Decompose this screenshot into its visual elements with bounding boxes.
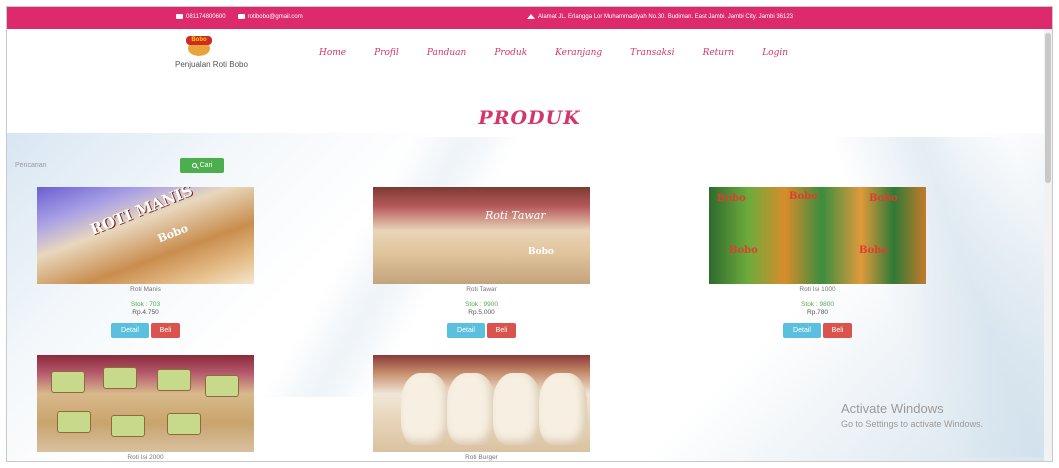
phone-icon — [176, 14, 183, 19]
product-name: Roti Manis — [130, 286, 161, 293]
bobo-logo[interactable]: Bobo — [186, 35, 212, 57]
contact-info: 081174800600 rotibobo@gmail.com — [176, 14, 303, 20]
activate-windows-watermark: Activate Windows Go to Settings to activ… — [841, 401, 983, 429]
envelope-icon — [237, 14, 245, 19]
main-navbar: Bobo Penjualan Roti Bobo Home Profil Pan… — [7, 29, 1052, 81]
product-image-label: Bobo — [789, 191, 818, 202]
product-stock: Stok : 9800 — [801, 301, 834, 308]
nav-panduan[interactable]: Panduan — [427, 48, 467, 58]
nav-keranjang[interactable]: Keranjang — [555, 48, 602, 58]
product-image-brand: Bobo — [528, 247, 554, 257]
buy-button[interactable]: Beli — [487, 323, 516, 338]
product-actions: Detail Beli — [373, 323, 590, 338]
product-stock: Stok : 9900 — [465, 301, 498, 308]
product-image-label: Bobo — [859, 245, 888, 256]
address-text: Alamat JL. Erlangga Lor Muhammadiyah No.… — [538, 14, 794, 21]
nav-produk[interactable]: Produk — [494, 48, 527, 58]
product-image-detail — [103, 367, 137, 389]
buy-button[interactable]: Beli — [151, 323, 180, 338]
product-price: Rp.5.000 — [468, 309, 495, 316]
email-contact: rotibobo@gmail.com — [237, 14, 303, 21]
search-form: Cari — [15, 158, 224, 173]
email-address: rotibobo@gmail.com — [247, 14, 303, 21]
product-actions: Detail Beli — [37, 323, 254, 338]
product-image-detail — [111, 415, 145, 437]
product-price: Rp.780 — [807, 309, 828, 316]
brand-name: Penjualan Roti Bobo — [175, 60, 248, 69]
detail-button[interactable]: Detail — [447, 323, 485, 338]
nav-transaksi[interactable]: Transaksi — [630, 48, 674, 58]
product-stock: Stok : 703 — [130, 301, 161, 308]
browser-viewport: 081174800600 rotibobo@gmail.com Alamat J… — [6, 6, 1053, 462]
product-name: Roti Isi 1000 — [799, 286, 836, 293]
product-card: ROTI MANIS Bobo Roti Manis Stok : 703 Rp… — [37, 187, 254, 338]
scrollbar-thumb[interactable] — [1045, 33, 1051, 183]
product-image-label: Bobo — [729, 245, 758, 256]
product-image-label: Bobo — [869, 193, 898, 204]
buy-button[interactable]: Beli — [823, 323, 852, 338]
product-name: Roti Tawar — [466, 286, 497, 293]
product-image[interactable]: Roti Tawar Bobo — [373, 187, 590, 284]
product-name: Roti Isi 2000 — [127, 454, 164, 461]
search-icon — [191, 163, 197, 168]
product-card: Roti Tawar Bobo Roti Tawar Stok : 9900 R… — [373, 187, 590, 338]
brand[interactable]: Bobo Penjualan Roti Bobo — [175, 35, 248, 69]
product-image-detail — [493, 373, 541, 445]
product-image-detail — [539, 373, 587, 445]
product-image-detail — [447, 373, 495, 445]
search-button[interactable]: Cari — [180, 158, 224, 173]
phone-number: 081174800600 — [186, 14, 226, 21]
logo-text: Bobo — [186, 36, 212, 45]
product-image-detail — [57, 411, 91, 433]
product-image-detail — [205, 375, 239, 397]
home-icon — [527, 14, 535, 19]
vertical-scrollbar[interactable] — [1044, 29, 1052, 461]
top-contact-bar: 081174800600 rotibobo@gmail.com Alamat J… — [7, 7, 1052, 29]
product-price: Rp.4.750 — [132, 309, 159, 316]
detail-button[interactable]: Detail — [783, 323, 821, 338]
phone-contact: 081174800600 — [176, 14, 226, 20]
product-image-detail — [167, 413, 201, 435]
watermark-title: Activate Windows — [841, 401, 944, 416]
nav-return[interactable]: Return — [703, 48, 735, 58]
nav-profil[interactable]: Profil — [374, 48, 399, 58]
address-info: Alamat JL. Erlangga Lor Muhammadiyah No.… — [527, 14, 793, 20]
product-card: Roti Isi 2000 — [37, 355, 254, 461]
product-image-detail — [401, 373, 449, 445]
watermark-subtitle: Go to Settings to activate Windows. — [841, 419, 984, 429]
product-card: Roti Burger — [373, 355, 590, 461]
detail-button[interactable]: Detail — [111, 323, 149, 338]
product-image-label: Bobo — [717, 193, 746, 204]
nav-home[interactable]: Home — [319, 48, 346, 58]
product-image-label: Roti Tawar — [485, 209, 546, 222]
product-card: Bobo Bobo Bobo Bobo Bobo Roti Isi 1000 S… — [709, 187, 926, 338]
product-image[interactable]: Bobo Bobo Bobo Bobo Bobo — [709, 187, 926, 284]
product-image[interactable]: ROTI MANIS Bobo — [37, 187, 254, 284]
product-image-detail — [51, 371, 85, 393]
product-name: Roti Burger — [465, 454, 498, 461]
product-actions: Detail Beli — [709, 323, 926, 338]
page-title: PRODUK — [478, 107, 581, 129]
search-button-label: Cari — [199, 162, 213, 169]
nav-login[interactable]: Login — [762, 48, 788, 58]
product-image-brand: Bobo — [155, 221, 190, 246]
nav-menu: Home Profil Panduan Produk Keranjang Tra… — [319, 48, 816, 58]
product-image[interactable] — [373, 355, 590, 452]
product-image[interactable] — [37, 355, 254, 452]
search-input[interactable] — [15, 158, 177, 173]
product-image-detail — [157, 369, 191, 391]
